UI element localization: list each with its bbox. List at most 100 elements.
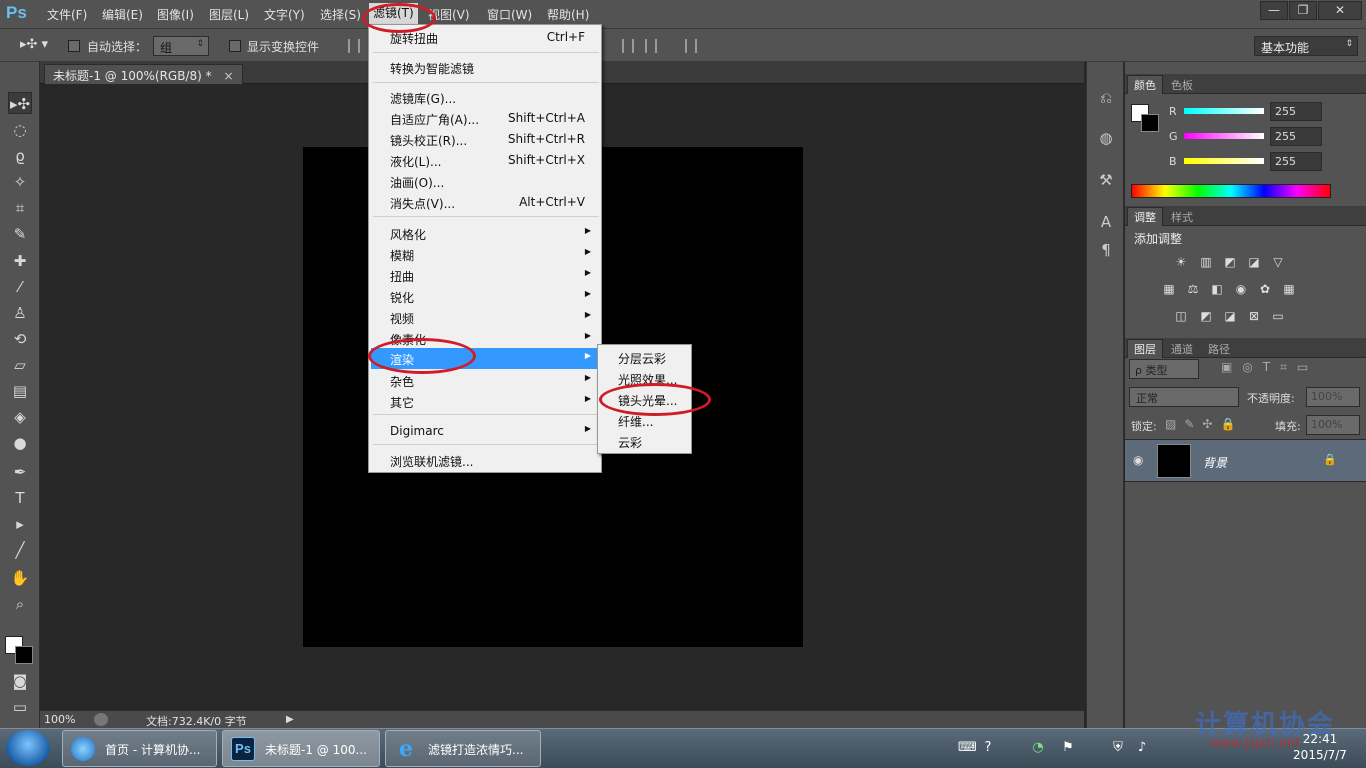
layer-row[interactable]: ◉ 背景 🔒 bbox=[1125, 439, 1366, 482]
channel-g-track[interactable] bbox=[1184, 133, 1264, 139]
layer-name[interactable]: 背景 bbox=[1203, 454, 1227, 471]
menu-item-vanishing-point[interactable]: 消失点(V)... Alt+Ctrl+V bbox=[371, 192, 599, 213]
color-spectrum-bar[interactable] bbox=[1131, 184, 1331, 198]
type-tool-icon[interactable]: T bbox=[8, 487, 32, 509]
menu-item-stylize[interactable]: 风格化 ▶ bbox=[371, 223, 599, 244]
vibrance-icon[interactable]: ▽ bbox=[1270, 255, 1286, 269]
submenu-item-difference-clouds[interactable]: 分层云彩 bbox=[600, 347, 689, 368]
tab-swatches[interactable]: 色板 bbox=[1165, 76, 1199, 94]
paragraph-panel-icon[interactable]: ¶ bbox=[1096, 240, 1116, 260]
menu-help[interactable]: 帮助(H) bbox=[547, 6, 589, 23]
align-icon[interactable] bbox=[348, 39, 360, 53]
properties-panel-icon[interactable]: ◍ bbox=[1096, 128, 1116, 148]
tab-adjustments[interactable]: 调整 bbox=[1127, 207, 1163, 226]
close-button[interactable]: ✕ bbox=[1318, 1, 1362, 20]
gradient-tool-icon[interactable]: ▤ bbox=[8, 380, 32, 402]
distribute-icon[interactable] bbox=[685, 39, 697, 53]
move-tool-preset-icon[interactable]: ▸✣ ▾ bbox=[20, 37, 48, 52]
auto-select-dropdown[interactable]: 组 ⇕ bbox=[153, 36, 209, 56]
menu-image[interactable]: 图像(I) bbox=[157, 6, 194, 23]
layer-kind-filter[interactable]: ρ 类型 bbox=[1129, 359, 1199, 379]
menu-file[interactable]: 文件(F) bbox=[47, 6, 87, 23]
hue-saturation-icon[interactable]: ▦ bbox=[1161, 282, 1177, 296]
photo-filter-icon[interactable]: ◉ bbox=[1233, 282, 1249, 296]
menu-item-lens-correction[interactable]: 镜头校正(R)... Shift+Ctrl+R bbox=[371, 129, 599, 150]
taskbar-clock[interactable]: 22:41 2015/7/7 bbox=[1282, 731, 1358, 763]
eraser-tool-icon[interactable]: ▱ bbox=[8, 354, 32, 376]
menu-item-video[interactable]: 视频 ▶ bbox=[371, 307, 599, 328]
menu-item-filter-gallery[interactable]: 滤镜库(G)... bbox=[371, 87, 599, 108]
channel-b-track[interactable] bbox=[1184, 158, 1264, 164]
dodge-tool-icon[interactable]: ● bbox=[8, 432, 32, 454]
curves-icon[interactable]: ◩ bbox=[1222, 255, 1238, 269]
stamp-tool-icon[interactable]: ♙ bbox=[8, 302, 32, 324]
menu-item-liquify[interactable]: 液化(L)... Shift+Ctrl+X bbox=[371, 150, 599, 171]
volume-icon[interactable]: ♪ bbox=[1134, 740, 1150, 756]
tab-layers[interactable]: 图层 bbox=[1127, 339, 1163, 358]
opacity-field[interactable]: 100% bbox=[1306, 387, 1360, 407]
channel-b-value[interactable]: 255 bbox=[1270, 152, 1322, 171]
marquee-tool-icon[interactable]: ◌ bbox=[8, 119, 32, 141]
black-white-icon[interactable]: ◧ bbox=[1209, 282, 1225, 296]
close-icon[interactable]: × bbox=[223, 69, 233, 83]
color-balance-icon[interactable]: ⚖ bbox=[1185, 282, 1201, 296]
align-center-icon[interactable] bbox=[622, 39, 634, 53]
quick-mask-icon[interactable]: ◙ bbox=[8, 670, 32, 692]
shield-icon[interactable]: ⛨ bbox=[1110, 740, 1126, 756]
menu-item-other[interactable]: 其它 ▶ bbox=[371, 391, 599, 412]
posterize-icon[interactable]: ◩ bbox=[1198, 309, 1214, 323]
eyedropper-tool-icon[interactable]: ✎ bbox=[8, 223, 32, 245]
taskbar-item-browser[interactable]: 首页 - 计算机协... bbox=[62, 730, 217, 767]
menu-item-browse-filters-online[interactable]: 浏览联机滤镜... bbox=[371, 450, 599, 471]
taskbar-item-ie[interactable]: e 滤镜打造浓情巧... bbox=[385, 730, 541, 767]
auto-select-checkbox[interactable] bbox=[68, 40, 80, 52]
flag-icon[interactable]: ⚑ bbox=[1060, 740, 1076, 756]
help-icon[interactable]: ? bbox=[980, 740, 996, 756]
workspace-dropdown[interactable]: 基本功能 ⇕ bbox=[1254, 36, 1358, 56]
zoom-tool-icon[interactable]: ⌕ bbox=[8, 593, 32, 615]
show-transform-checkbox[interactable] bbox=[229, 40, 241, 52]
menu-edit[interactable]: 编辑(E) bbox=[102, 6, 143, 23]
network-icon[interactable]: ◔ bbox=[1030, 740, 1046, 756]
line-tool-icon[interactable]: ╱ bbox=[8, 539, 32, 561]
minimize-button[interactable]: — bbox=[1260, 1, 1288, 20]
fill-field[interactable]: 100% bbox=[1306, 415, 1360, 435]
path-selection-tool-icon[interactable]: ▸ bbox=[8, 513, 32, 535]
healing-brush-tool-icon[interactable]: ✚ bbox=[8, 250, 32, 272]
hand-tool-icon[interactable]: ✋ bbox=[8, 567, 32, 589]
align-right-icon[interactable] bbox=[645, 39, 657, 53]
background-color-swatch[interactable] bbox=[15, 646, 33, 664]
magic-wand-tool-icon[interactable]: ✧ bbox=[8, 171, 32, 193]
threshold-icon[interactable]: ◪ bbox=[1222, 309, 1238, 323]
status-menu-icon[interactable] bbox=[94, 713, 108, 726]
menu-select[interactable]: 选择(S) bbox=[320, 6, 361, 23]
menu-window[interactable]: 窗口(W) bbox=[487, 6, 532, 23]
start-button[interactable] bbox=[6, 730, 50, 766]
channel-r-value[interactable]: 255 bbox=[1270, 102, 1322, 121]
keyboard-icon[interactable]: ⌨ bbox=[958, 740, 977, 756]
tab-paths[interactable]: 路径 bbox=[1202, 340, 1236, 358]
tab-channels[interactable]: 通道 bbox=[1165, 340, 1199, 358]
brightness-icon[interactable]: ☀ bbox=[1173, 255, 1189, 269]
zoom-level[interactable]: 100% bbox=[44, 713, 75, 726]
history-brush-tool-icon[interactable]: ⟲ bbox=[8, 328, 32, 350]
restore-button[interactable]: ❐ bbox=[1289, 1, 1317, 20]
status-arrow-icon[interactable]: ▶ bbox=[286, 714, 294, 725]
color-slider-g[interactable]: G 255 bbox=[1125, 127, 1366, 149]
color-slider-b[interactable]: B 255 bbox=[1125, 152, 1366, 174]
lasso-tool-icon[interactable]: ϱ bbox=[8, 145, 32, 167]
menu-item-blur[interactable]: 模糊 ▶ bbox=[371, 244, 599, 265]
gradient-map-icon[interactable]: ▭ bbox=[1270, 309, 1286, 323]
menu-item-digimarc[interactable]: Digimarc ▶ bbox=[371, 421, 599, 442]
menu-item-convert-smart-filter[interactable]: 转换为智能滤镜 bbox=[371, 57, 599, 78]
crop-tool-icon[interactable]: ⌗ bbox=[8, 197, 32, 219]
blur-tool-icon[interactable]: ◈ bbox=[8, 406, 32, 428]
brush-tool-icon[interactable]: ⁄ bbox=[8, 276, 32, 298]
levels-icon[interactable]: ▥ bbox=[1198, 255, 1214, 269]
lock-icons[interactable]: ▨✎✣🔒 bbox=[1165, 417, 1243, 431]
color-slider-r[interactable]: R 255 bbox=[1125, 102, 1366, 124]
menu-item-adaptive-wide-angle[interactable]: 自适应广角(A)... Shift+Ctrl+A bbox=[371, 108, 599, 129]
channel-mixer-icon[interactable]: ✿ bbox=[1257, 282, 1273, 296]
selective-color-icon[interactable]: ⊠ bbox=[1246, 309, 1262, 323]
invert-icon[interactable]: ◫ bbox=[1173, 309, 1189, 323]
